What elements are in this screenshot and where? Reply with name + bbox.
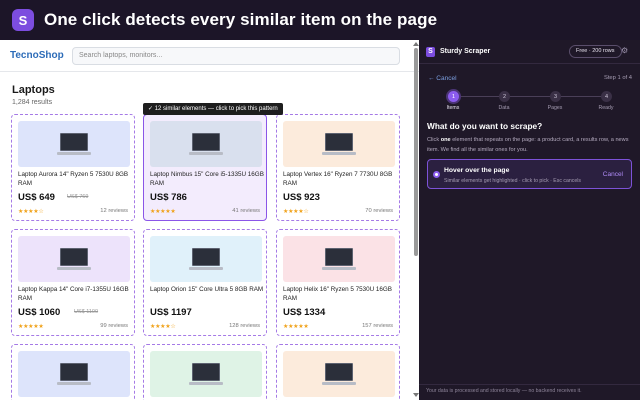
product-card[interactable]: Laptop Vertex 16" Ryzen 7 7730U 8GB RAM …	[276, 114, 400, 221]
laptop-icon	[322, 361, 356, 387]
results-count: 1,284 results	[12, 99, 53, 106]
product-price: US$ 649	[18, 192, 55, 203]
product-card-selected[interactable]: Laptop Nimbus 15" Core i5-1335U 16GB RAM…	[143, 114, 267, 221]
laptop-icon	[322, 131, 356, 157]
product-image	[150, 236, 262, 282]
product-image	[283, 121, 395, 167]
cancel-link[interactable]: ← Cancel	[428, 75, 457, 82]
product-price: US$ 1334	[283, 307, 326, 318]
stepper-track	[453, 96, 606, 97]
page-title: Laptops	[12, 84, 55, 96]
product-card[interactable]	[11, 344, 135, 400]
step-2-dot: 2	[499, 91, 510, 102]
page-scrollbar[interactable]	[414, 48, 418, 256]
gear-icon[interactable]: ⚙	[621, 46, 628, 55]
step-3-label: Pages	[547, 105, 563, 111]
question-description: Click one element that repeats on the pa…	[427, 137, 629, 153]
step-1-dot: 1	[448, 91, 459, 102]
question-heading: What do you want to scrape?	[427, 121, 543, 131]
product-price: US$ 1060	[18, 307, 61, 318]
laptop-icon	[57, 131, 91, 157]
product-name[interactable]: Laptop Nimbus 15" Core i5-1335U 16GB RAM	[150, 170, 264, 188]
product-image	[283, 236, 395, 282]
step-1-label: Items	[446, 105, 460, 111]
product-image	[150, 121, 262, 167]
laptop-icon	[57, 361, 91, 387]
product-card[interactable]: Laptop Kappa 14" Core i7-1355U 16GB RAM …	[11, 229, 135, 336]
review-count: 128 reviews	[229, 323, 260, 329]
product-name[interactable]: Laptop Orion 15" Core Ultra 5 8GB RAM	[150, 285, 264, 294]
rating-stars: ★★★★☆	[283, 209, 309, 215]
step-4-dot: 4	[601, 91, 612, 102]
product-card[interactable]: Laptop Orion 15" Core Ultra 5 8GB RAM US…	[143, 229, 267, 336]
product-name[interactable]: Laptop Kappa 14" Core i7-1355U 16GB RAM	[18, 285, 132, 303]
product-old-price: US$ 1100	[74, 309, 99, 315]
product-card[interactable]	[143, 344, 267, 400]
privacy-footer: Your data is processed and stored locall…	[426, 388, 582, 394]
step-3-dot: 3	[550, 91, 561, 102]
step-2-label: Data	[498, 105, 510, 111]
product-name[interactable]: Laptop Helix 16" Ryzen 5 7530U 16GB RAM	[283, 285, 397, 303]
product-image	[18, 236, 130, 282]
product-old-price: US$ 769	[67, 194, 89, 200]
product-price: US$ 786	[150, 192, 187, 203]
product-image	[283, 351, 395, 397]
product-card[interactable]: Laptop Aurora 14" Ryzen 5 7530U 8GB RAM …	[11, 114, 135, 221]
hover-title: Hover over the page	[444, 167, 510, 174]
similar-elements-tooltip: ✓ 12 similar elements — click to pick th…	[143, 103, 283, 115]
rating-stars: ★★★★★	[283, 324, 309, 330]
site-search-input[interactable]: Search laptops, monitors...	[72, 46, 400, 65]
scraper-logo-icon: S	[12, 9, 34, 31]
review-count: 41 reviews	[232, 208, 260, 214]
review-count: 70 reviews	[365, 208, 393, 214]
scraper-logo-icon: S	[426, 46, 435, 57]
review-count: 99 reviews	[100, 323, 128, 329]
rating-stars: ★★★★☆	[18, 209, 44, 215]
product-image	[18, 351, 130, 397]
site-brand-logo[interactable]: TecnoShop	[10, 50, 68, 61]
laptop-icon	[189, 246, 223, 272]
banner-title: One click detects every similar item on …	[44, 10, 438, 29]
scraper-side-panel: S Sturdy Scraper Free · 200 rows ⚙ ← Can…	[419, 40, 640, 400]
product-card[interactable]	[276, 344, 400, 400]
rating-stars: ★★★★★	[150, 209, 176, 215]
hover-subtitle: Similar elements get highlighted · click…	[444, 178, 581, 184]
site-header: TecnoShop Search laptops, monitors...	[0, 40, 419, 72]
hover-instruction-box: Hover over the page Similar elements get…	[427, 159, 632, 189]
panel-header: S Sturdy Scraper Free · 200 rows ⚙	[419, 40, 640, 64]
plan-badge[interactable]: Free · 200 rows	[569, 45, 622, 58]
product-image	[150, 351, 262, 397]
panel-app-name: Sturdy Scraper	[440, 48, 491, 55]
rating-stars: ★★★★★	[18, 324, 44, 330]
hover-cancel-button[interactable]: Cancel	[603, 171, 623, 178]
promo-banner: S One click detects every similar item o…	[0, 0, 640, 40]
review-count: 12 reviews	[100, 208, 128, 214]
rating-stars: ★★★★☆	[150, 324, 176, 330]
product-image	[18, 121, 130, 167]
radio-active-icon	[433, 171, 440, 178]
laptop-icon	[322, 246, 356, 272]
product-card[interactable]: Laptop Helix 16" Ryzen 5 7530U 16GB RAM …	[276, 229, 400, 336]
product-name[interactable]: Laptop Aurora 14" Ryzen 5 7530U 8GB RAM	[18, 170, 132, 188]
footer-divider	[419, 384, 640, 385]
laptop-icon	[189, 131, 223, 157]
product-price: US$ 1197	[150, 307, 192, 318]
laptop-icon	[189, 361, 223, 387]
laptop-icon	[57, 246, 91, 272]
step-indicator: Step 1 of 4	[603, 75, 632, 81]
product-name[interactable]: Laptop Vertex 16" Ryzen 7 7730U 8GB RAM	[283, 170, 397, 188]
step-4-label: Ready	[598, 105, 614, 111]
product-price: US$ 923	[283, 192, 320, 203]
review-count: 157 reviews	[362, 323, 393, 329]
